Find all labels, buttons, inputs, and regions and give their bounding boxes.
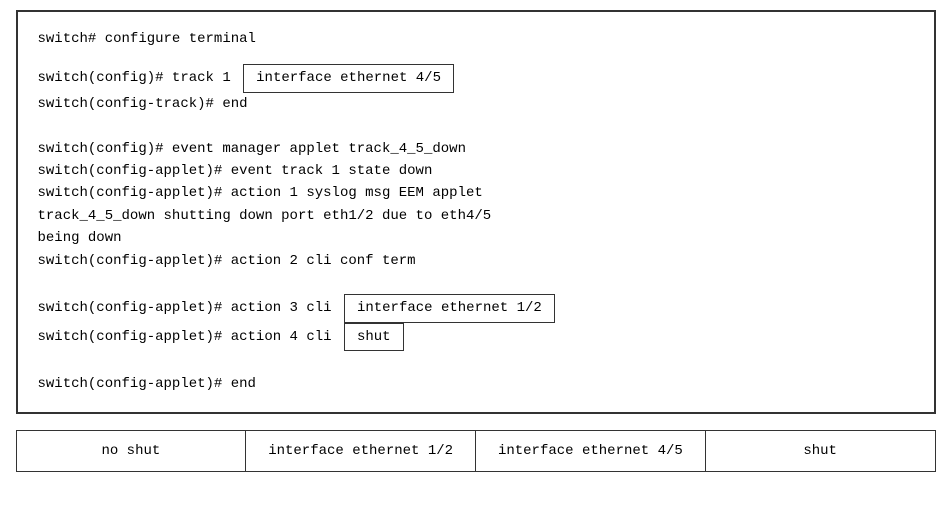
- line-13-text: switch(config-applet)# action 4 cli: [38, 326, 340, 348]
- terminal-line-10: switch(config-applet)# action 2 cli conf…: [38, 250, 914, 272]
- terminal-line-9: being down: [38, 227, 914, 249]
- action4-shut-box: shut: [344, 323, 404, 351]
- terminal-window: switch# configure terminal switch(config…: [16, 10, 936, 414]
- option-interface-ethernet-1-2[interactable]: interface ethernet 1/2: [246, 431, 476, 471]
- line-6-text: switch(config-applet)# event track 1 sta…: [38, 160, 433, 182]
- line-7-text: switch(config-applet)# action 1 syslog m…: [38, 182, 483, 204]
- terminal-line-2: switch(config)# track 1 interface ethern…: [38, 64, 914, 92]
- line-10-text: switch(config-applet)# action 2 cli conf…: [38, 250, 416, 272]
- terminal-line-6: switch(config-applet)# event track 1 sta…: [38, 160, 914, 182]
- terminal-line-13: switch(config-applet)# action 4 cli shut: [38, 323, 914, 351]
- terminal-line-blank2: [38, 272, 914, 294]
- terminal-line-blank1: [38, 115, 914, 137]
- terminal-line-8: track_4_5_down shutting down port eth1/2…: [38, 205, 914, 227]
- option-no-shut[interactable]: no shut: [17, 431, 247, 471]
- line-8-text: track_4_5_down shutting down port eth1/2…: [38, 205, 492, 227]
- terminal-line-3: switch(config-track)# end: [38, 93, 914, 115]
- option-shut[interactable]: shut: [706, 431, 935, 471]
- track-interface-box: interface ethernet 4/5: [243, 64, 454, 92]
- line-5-text: switch(config)# event manager applet tra…: [38, 138, 466, 160]
- terminal-line-12: switch(config-applet)# action 3 cli inte…: [38, 294, 914, 322]
- action3-interface-box: interface ethernet 1/2: [344, 294, 555, 322]
- line-12-text: switch(config-applet)# action 3 cli: [38, 297, 340, 319]
- terminal-line-7: switch(config-applet)# action 1 syslog m…: [38, 182, 914, 204]
- options-bar: no shut interface ethernet 1/2 interface…: [16, 430, 936, 472]
- terminal-line-15: switch(config-applet)# end: [38, 373, 914, 395]
- line-15-text: switch(config-applet)# end: [38, 373, 256, 395]
- line-2-text: switch(config)# track 1: [38, 67, 240, 89]
- line-1-text: switch# configure terminal: [38, 28, 256, 50]
- terminal-line-blank3: [38, 351, 914, 373]
- line-3-text: switch(config-track)# end: [38, 93, 248, 115]
- terminal-line-1: switch# configure terminal: [38, 28, 914, 50]
- line-9-text: being down: [38, 227, 122, 249]
- option-interface-ethernet-4-5[interactable]: interface ethernet 4/5: [476, 431, 706, 471]
- terminal-line-5: switch(config)# event manager applet tra…: [38, 138, 914, 160]
